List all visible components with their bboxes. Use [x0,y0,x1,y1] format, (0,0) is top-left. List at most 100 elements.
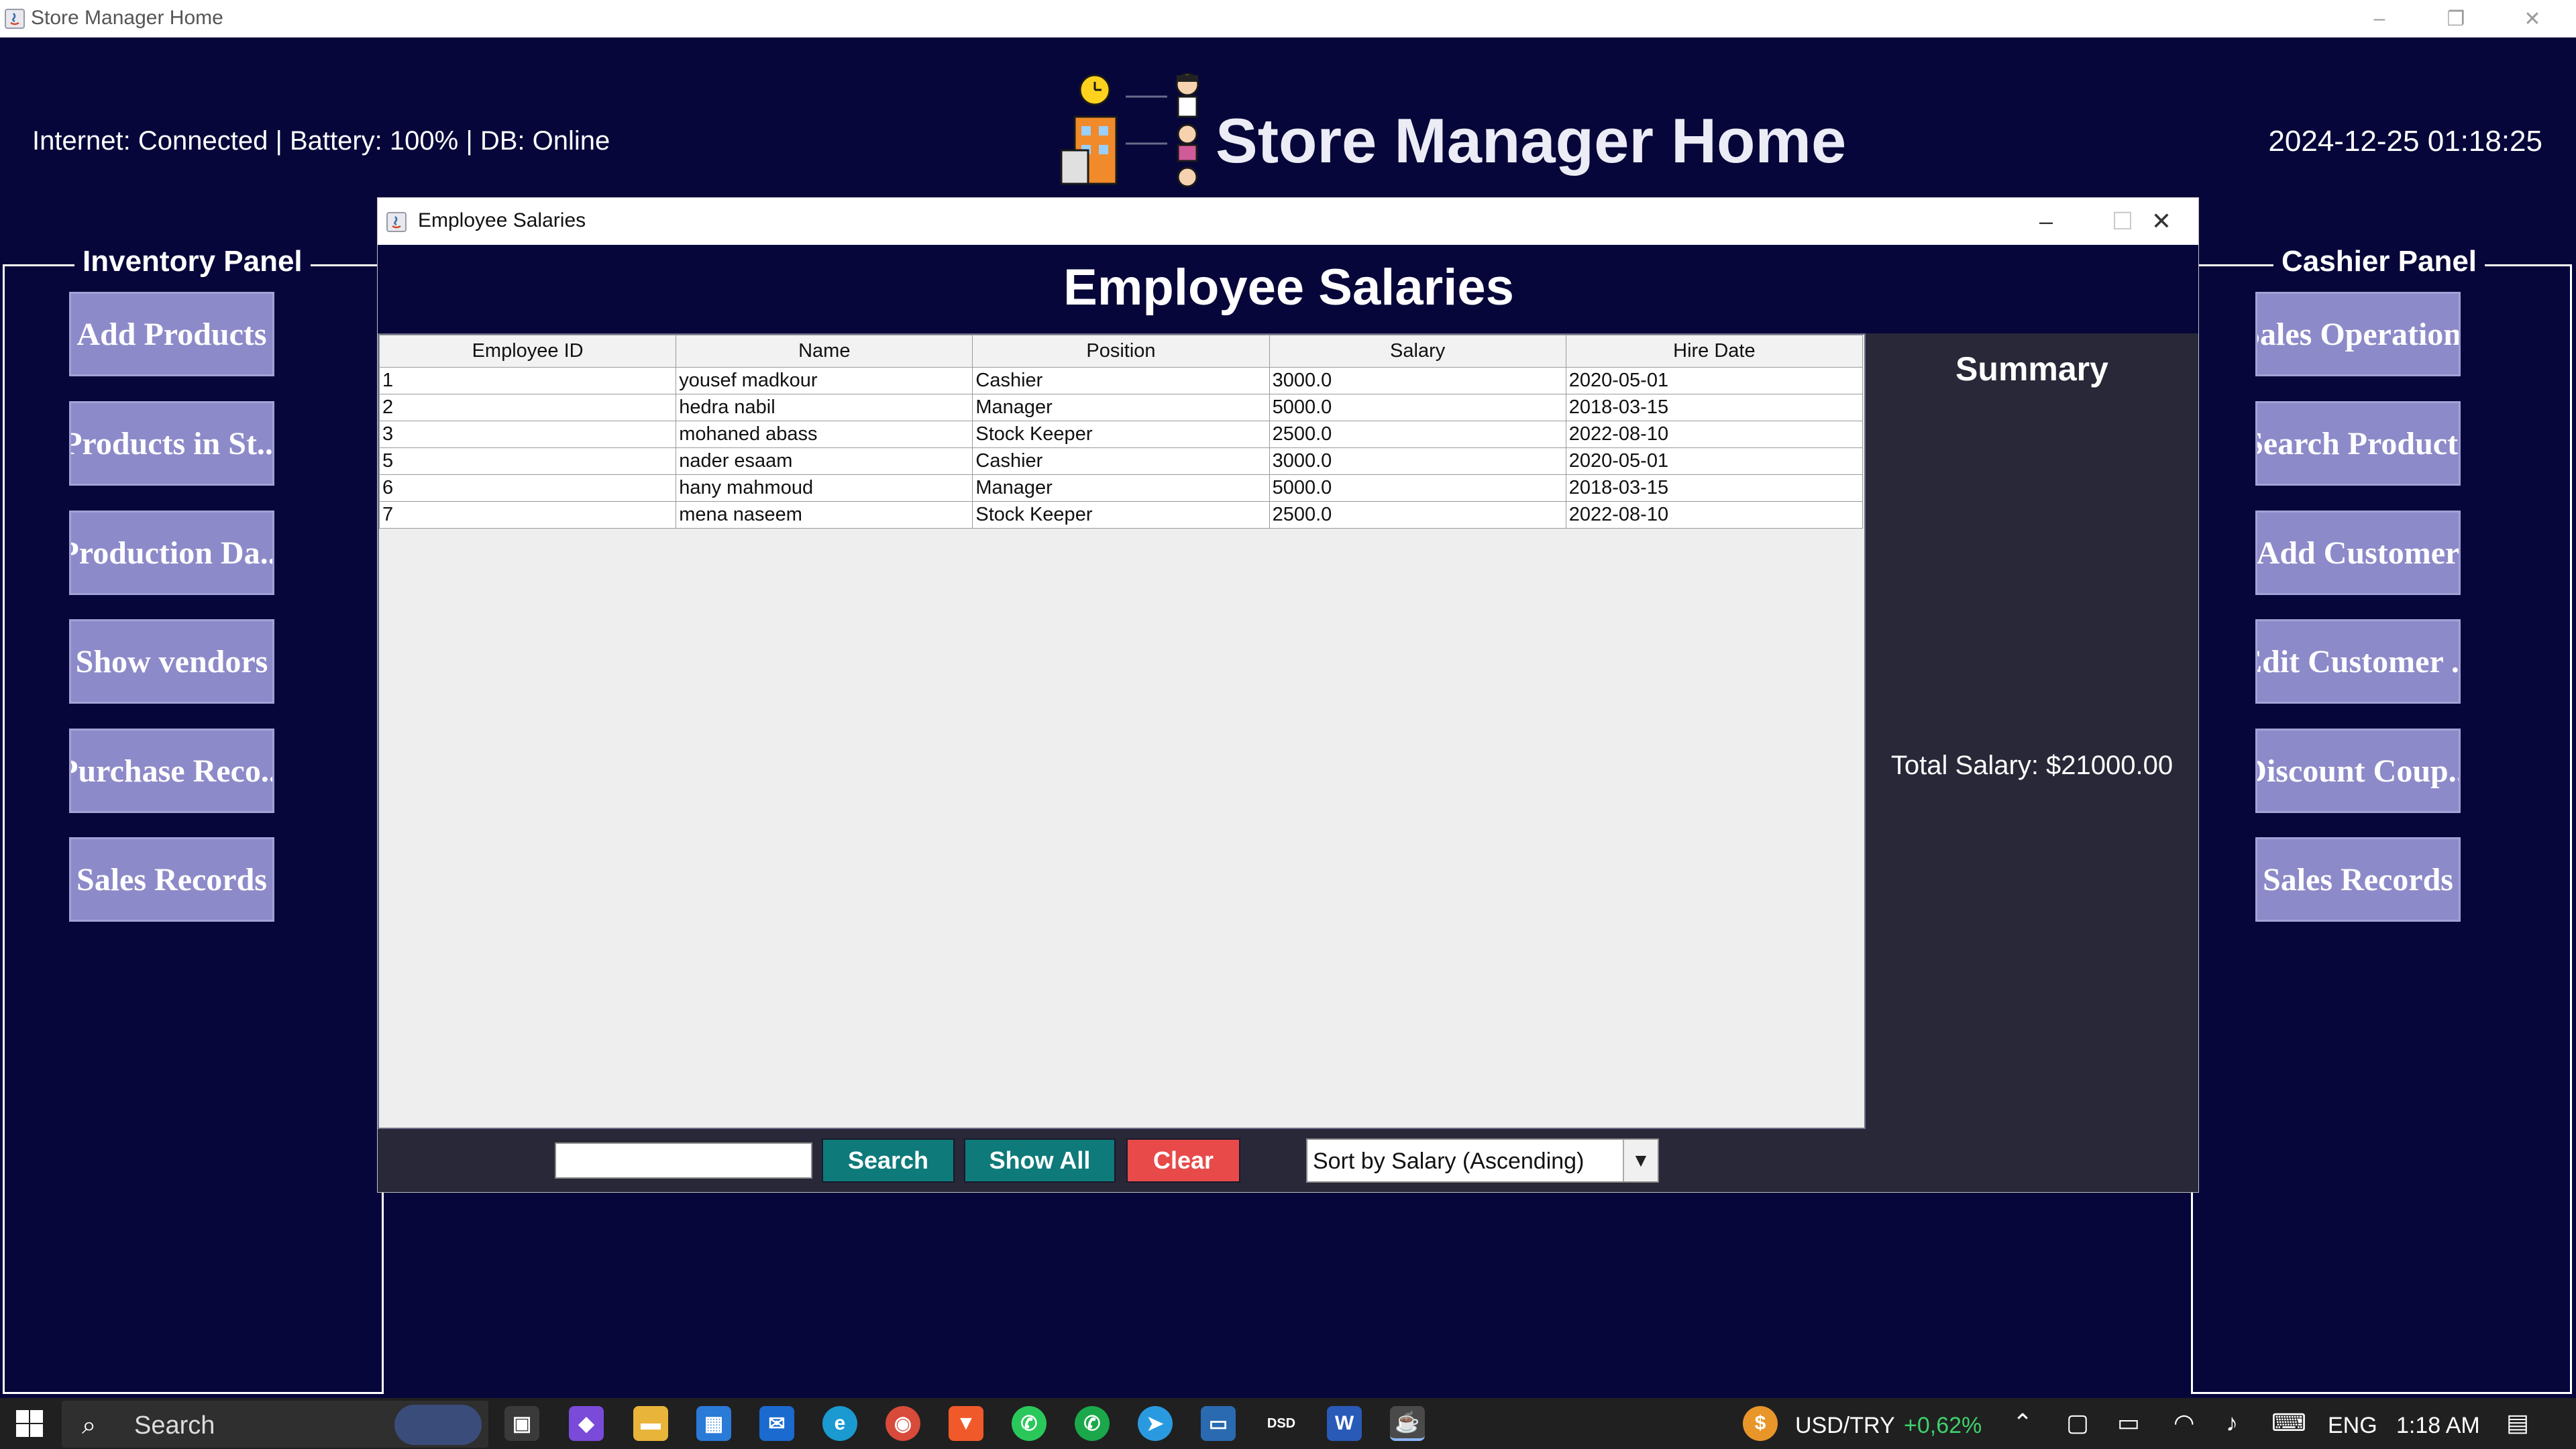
camera-icon[interactable]: ▢ [2066,1409,2089,1437]
dialog-window-title: Employee Salaries [418,209,586,231]
outlook-icon[interactable]: ✉ [759,1406,794,1441]
dialog-close-button[interactable]: ✕ [2123,198,2200,245]
search-input[interactable] [555,1142,812,1179]
notifications-icon[interactable]: ▤ [2506,1409,2529,1437]
column-header-position[interactable]: Position [972,335,1270,368]
table-row[interactable]: 6 hany mahmoud Manager 5000.0 2018-03-15 [378,474,1864,502]
chrome-icon[interactable]: ◉ [885,1406,920,1441]
cell-hire-date: 2020-05-01 [1565,447,1864,475]
edit-customer-button[interactable]: Edit Customer ... [2255,619,2461,704]
restore-button[interactable]: ❐ [2418,0,2494,38]
brave-icon[interactable]: ▼ [949,1406,983,1441]
chevron-up-icon[interactable]: ⌃ [2012,1409,2033,1437]
restore-icon: ❐ [2447,7,2465,30]
production-data-button[interactable]: Production Da... [69,511,274,595]
close-button[interactable]: ✕ [2494,0,2571,38]
add-products-button[interactable]: Add Products [69,292,274,376]
search-highlight-icon [394,1405,482,1445]
add-customer-button[interactable]: Add Customer [2255,511,2461,595]
volume-icon[interactable]: ♪ [2226,1409,2238,1437]
close-icon: ✕ [2151,207,2172,235]
wifi-icon[interactable]: ◠ [2174,1409,2194,1437]
whatsapp-business-icon[interactable]: ✆ [1075,1406,1110,1441]
column-header-salary[interactable]: Salary [1269,335,1566,368]
show-vendors-button[interactable]: Show vendors [69,619,274,704]
cell-employee-id: 6 [378,474,677,502]
table-row[interactable]: 7 mena naseem Stock Keeper 2500.0 2022-0… [378,501,1864,529]
cell-hire-date: 2020-05-01 [1565,367,1864,394]
edge-icon[interactable]: e [822,1406,857,1441]
sales-operations-button[interactable]: Sales Operations [2255,292,2461,376]
dsd-app-icon[interactable]: DSD [1264,1406,1299,1441]
taskbar-clock[interactable]: 1:18 AM [2396,1413,2480,1439]
salaries-table: Employee ID Name Position Salary Hire Da… [378,335,1864,529]
cell-name: yousef madkour [676,367,973,394]
cell-salary: 3000.0 [1269,447,1566,475]
search-products-button[interactable]: Search Products [2255,401,2461,486]
minimize-button[interactable]: – [2341,0,2418,38]
java-taskbar-icon[interactable]: ☕ [1390,1406,1425,1441]
purchase-records-button[interactable]: Purchase Reco... [69,729,274,813]
cell-salary: 5000.0 [1269,474,1566,502]
cashier-sales-records-button[interactable]: Sales Records [2255,837,2461,922]
cell-employee-id: 5 [378,447,677,475]
minimize-icon: – [2039,207,2053,235]
microsoft-store-icon[interactable]: ▦ [696,1406,731,1441]
inventory-sales-records-button[interactable]: Sales Records [69,837,274,922]
telegram-icon[interactable]: ➤ [1138,1406,1173,1441]
app-window-icon[interactable]: ▭ [1201,1406,1236,1441]
cell-hire-date: 2022-08-10 [1565,421,1864,448]
cell-name: nader esaam [676,447,973,475]
copilot-icon[interactable]: ◆ [569,1406,604,1441]
inventory-panel: Inventory Panel Add Products Products in… [3,245,384,1394]
windows-start-icon[interactable] [15,1409,44,1438]
task-view-icon[interactable]: ▣ [504,1406,539,1441]
cell-hire-date: 2018-03-15 [1565,474,1864,502]
products-in-stock-button[interactable]: Products in St... [69,401,274,486]
cell-employee-id: 2 [378,394,677,421]
cell-hire-date: 2022-08-10 [1565,501,1864,529]
discount-coupons-button[interactable]: Discount Coup... [2255,729,2461,813]
store-manager-logo [1060,72,1199,188]
dialog-title-bar: Employee Salaries – ☐ ✕ [378,198,2198,245]
table-row[interactable]: 5 nader esaam Cashier 3000.0 2020-05-01 [378,447,1864,475]
salaries-table-area[interactable]: Employee ID Name Position Salary Hire Da… [378,333,1866,1129]
cell-salary: 5000.0 [1269,394,1566,421]
summary-panel: Summary Total Salary: $21000.00 [1866,333,2198,1129]
sort-dropdown[interactable]: Sort by Salary (Ascending) ▼ [1306,1138,1659,1183]
battery-icon[interactable]: ▭ [2117,1409,2140,1437]
column-header-employee-id[interactable]: Employee ID [378,335,677,368]
cell-name: mohaned abass [676,421,973,448]
column-header-name[interactable]: Name [676,335,973,368]
cell-position: Stock Keeper [972,421,1270,448]
clear-button[interactable]: Clear [1126,1138,1240,1183]
file-explorer-icon[interactable]: ▬ [633,1406,668,1441]
cell-position: Manager [972,474,1270,502]
word-icon[interactable]: W [1327,1406,1362,1441]
cell-employee-id: 1 [378,367,677,394]
taskbar-search-box[interactable]: ⌕ Search [62,1401,488,1448]
ticker-symbol[interactable]: USD/TRY [1795,1413,1895,1439]
java-app-icon [386,212,407,232]
employee-salaries-dialog: Employee Salaries – ☐ ✕ Employee Salarie… [377,197,2199,1193]
keyboard-icon[interactable]: ⌨ [2271,1409,2306,1437]
dialog-minimize-button[interactable]: – [2008,198,2084,245]
input-language[interactable]: ENG [2328,1413,2377,1439]
search-button[interactable]: Search [822,1138,955,1183]
sort-dropdown-value: Sort by Salary (Ascending) [1313,1148,1585,1174]
cell-salary: 2500.0 [1269,421,1566,448]
main-window-title: Store Manager Home [31,7,223,29]
table-row[interactable]: 2 hedra nabil Manager 5000.0 2018-03-15 [378,394,1864,421]
whatsapp-icon[interactable]: ✆ [1012,1406,1046,1441]
java-app-icon [5,9,25,29]
table-row[interactable]: 1 yousef madkour Cashier 3000.0 2020-05-… [378,367,1864,394]
show-all-button[interactable]: Show All [964,1138,1116,1183]
cashier-panel: Cashier Panel Sales Operations Search Pr… [2191,245,2572,1394]
chevron-down-icon[interactable]: ▼ [1623,1140,1658,1181]
column-header-hire-date[interactable]: Hire Date [1565,335,1864,368]
search-icon: ⌕ [82,1411,97,1440]
header-datetime: 2024-12-25 01:18:25 [2268,125,2542,158]
taskbar-search-label: Search [134,1411,215,1440]
cell-salary: 3000.0 [1269,367,1566,394]
table-row[interactable]: 3 mohaned abass Stock Keeper 2500.0 2022… [378,421,1864,448]
